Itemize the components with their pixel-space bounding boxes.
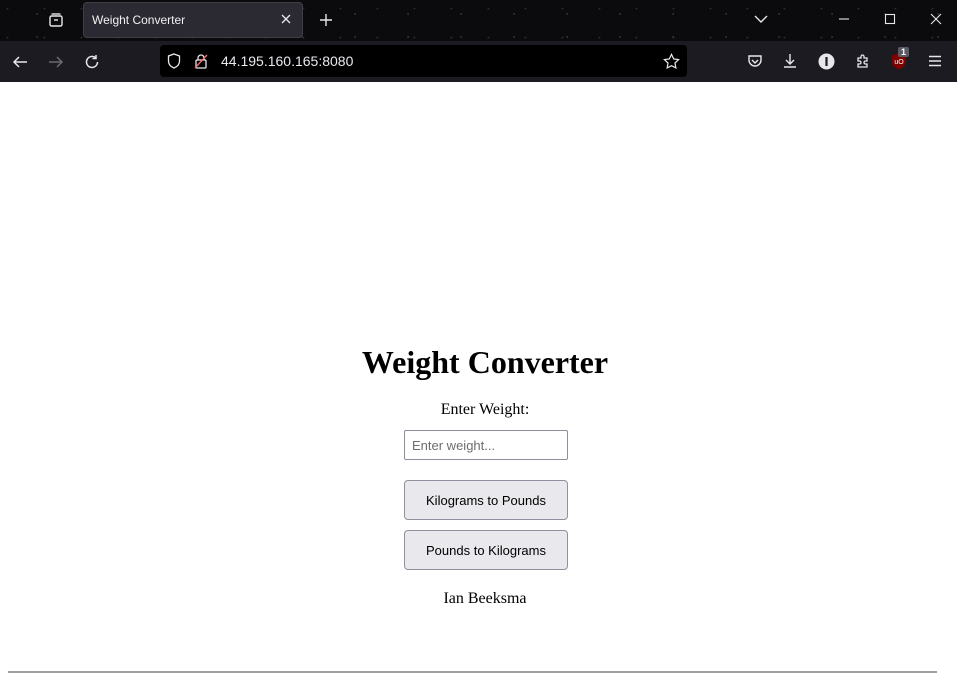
extensions-puzzle-icon[interactable] xyxy=(852,50,874,72)
tab-strip: Weight Converter xyxy=(0,0,957,41)
hamburger-menu-icon[interactable] xyxy=(924,50,946,72)
pocket-icon[interactable] xyxy=(744,50,766,72)
close-window-icon[interactable] xyxy=(924,8,948,30)
url-text[interactable]: 44.195.160.165:8080 xyxy=(221,53,353,69)
svg-text:uO: uO xyxy=(894,59,904,66)
page-content: Weight Converter Enter Weight: Kilograms… xyxy=(0,82,957,675)
shield-icon[interactable] xyxy=(166,53,182,69)
kilograms-to-pounds-button[interactable]: Kilograms to Pounds xyxy=(404,480,568,520)
author-name: Ian Beeksma xyxy=(443,590,527,607)
new-tab-icon[interactable] xyxy=(315,9,337,31)
horizontal-divider xyxy=(8,671,937,673)
pounds-to-kilograms-button[interactable]: Pounds to Kilograms xyxy=(404,530,568,570)
maximize-icon[interactable] xyxy=(878,8,902,30)
ublock-origin-icon[interactable]: uO 1 xyxy=(888,47,910,72)
forward-arrow-icon[interactable] xyxy=(44,50,68,74)
weight-input-label: Enter Weight: xyxy=(440,401,530,418)
navigation-bar: 44.195.160.165:8080 uO 1 xyxy=(0,41,957,82)
extension-badge-count: 1 xyxy=(898,47,910,57)
browser-tab[interactable]: Weight Converter xyxy=(83,2,303,38)
downloads-icon[interactable] xyxy=(779,50,801,72)
info-extension-icon[interactable] xyxy=(815,50,837,72)
page-title: Weight Converter xyxy=(361,344,609,380)
insecure-lock-icon[interactable] xyxy=(193,53,209,69)
tab-close-icon[interactable] xyxy=(278,11,294,27)
tab-overview-icon[interactable] xyxy=(44,8,68,32)
tab-title: Weight Converter xyxy=(92,13,186,27)
reload-icon[interactable] xyxy=(80,50,104,74)
address-bar[interactable]: 44.195.160.165:8080 xyxy=(160,45,687,77)
bookmark-star-icon[interactable] xyxy=(662,52,680,70)
minimize-icon[interactable] xyxy=(832,8,856,30)
list-tabs-icon[interactable] xyxy=(749,8,773,30)
weight-input[interactable] xyxy=(404,430,568,460)
back-arrow-icon[interactable] xyxy=(8,50,32,74)
